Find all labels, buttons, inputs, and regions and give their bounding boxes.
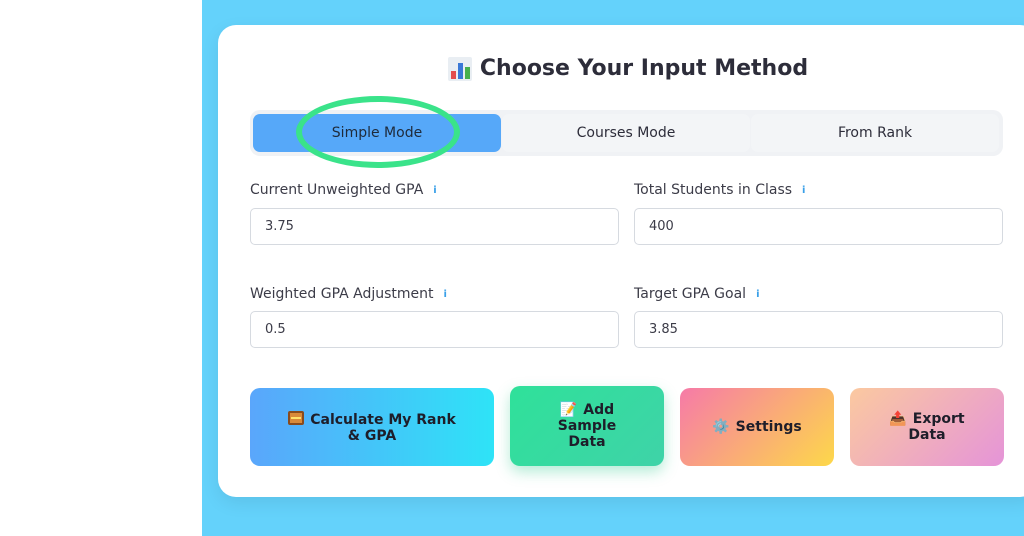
label-text: Target GPA Goal bbox=[634, 286, 747, 302]
tab-from-rank[interactable]: From Rank bbox=[751, 114, 999, 152]
bar-chart-icon bbox=[447, 56, 472, 81]
total-students-input[interactable]: 400 bbox=[634, 208, 1003, 245]
input-value: 3.85 bbox=[649, 322, 678, 337]
input-value: 0.5 bbox=[265, 322, 286, 337]
button-label: & GPA bbox=[347, 427, 397, 444]
calculate-rank-button[interactable]: Calculate My Rank & GPA bbox=[250, 388, 494, 466]
info-icon[interactable]: i bbox=[433, 185, 436, 196]
total-students-label: Total Students in Class i bbox=[634, 182, 805, 198]
weighted-adjustment-input[interactable]: 0.5 bbox=[250, 311, 619, 348]
button-label: Data bbox=[568, 434, 606, 450]
button-label: Data bbox=[908, 427, 946, 443]
label-text: Total Students in Class bbox=[634, 182, 793, 198]
tab-label: Simple Mode bbox=[331, 125, 423, 141]
section-title-text: Choose Your Input Method bbox=[479, 56, 809, 81]
settings-button[interactable]: ⚙️ Settings bbox=[680, 388, 834, 466]
current-gpa-input[interactable]: 3.75 bbox=[250, 208, 619, 245]
tab-courses-mode[interactable]: Courses Mode bbox=[502, 114, 750, 152]
tab-simple-mode[interactable]: Simple Mode bbox=[253, 114, 501, 152]
memo-icon: 📝 bbox=[559, 402, 578, 418]
button-label: Export bbox=[912, 411, 965, 427]
button-label: Sample bbox=[557, 418, 617, 434]
info-icon[interactable]: i bbox=[444, 289, 447, 300]
gear-icon: ⚙️ bbox=[712, 419, 730, 435]
add-sample-data-button[interactable]: 📝 Add Sample Data bbox=[510, 386, 664, 466]
abacus-icon bbox=[288, 410, 305, 425]
input-mode-tabs: Simple Mode Courses Mode From Rank bbox=[250, 110, 1003, 156]
tab-label: From Rank bbox=[837, 125, 913, 141]
section-title: Choose Your Input Method bbox=[218, 56, 1024, 81]
info-icon[interactable]: i bbox=[756, 289, 759, 300]
label-text: Weighted GPA Adjustment bbox=[250, 286, 434, 302]
weighted-adjustment-label: Weighted GPA Adjustment i bbox=[250, 286, 447, 302]
export-data-button[interactable]: 📤 Export Data bbox=[850, 388, 1004, 466]
label-text: Current Unweighted GPA bbox=[250, 182, 424, 198]
button-label: Settings bbox=[735, 419, 802, 435]
input-value: 3.75 bbox=[265, 219, 294, 234]
info-icon[interactable]: i bbox=[802, 185, 805, 196]
current-gpa-label: Current Unweighted GPA i bbox=[250, 182, 437, 198]
target-gpa-input[interactable]: 3.85 bbox=[634, 311, 1003, 348]
target-gpa-label: Target GPA Goal i bbox=[634, 286, 760, 302]
button-label: Add bbox=[583, 402, 615, 418]
outbox-tray-icon: 📤 bbox=[889, 411, 907, 427]
button-label: Calculate My Rank bbox=[310, 411, 456, 428]
input-value: 400 bbox=[649, 219, 674, 234]
tab-label: Courses Mode bbox=[576, 125, 676, 141]
